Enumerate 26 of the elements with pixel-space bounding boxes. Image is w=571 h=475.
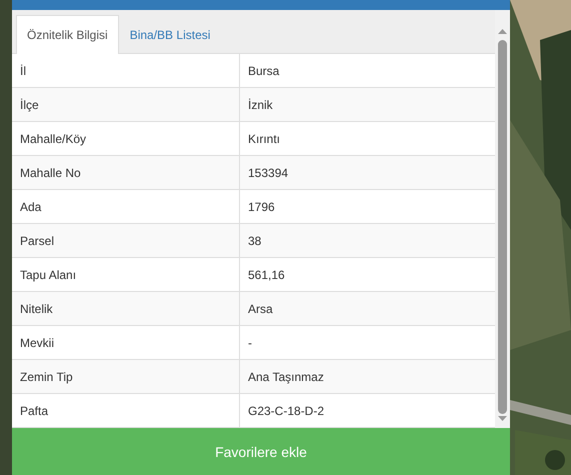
field-value: 153394 [247, 164, 290, 182]
field-name: Nitelik [12, 292, 240, 325]
field-value: Bursa [247, 62, 280, 80]
field-value: 38 [247, 232, 262, 250]
field-value: Ana Taşınmaz [247, 368, 325, 386]
field-name: Zemin Tip [12, 360, 240, 393]
add-favorites-button[interactable]: Favorilere ekle [12, 428, 510, 475]
field-value: - [247, 334, 253, 352]
field-value: İznik [247, 96, 274, 114]
field-value: G23-C-18-D-2 [247, 402, 326, 420]
field-name: Pafta [12, 394, 240, 427]
field-value: Kırıntı [247, 130, 282, 148]
field-name: İl [12, 54, 240, 87]
tab[interactable]: Öznitelik Bilgisi [16, 15, 119, 54]
field-value: 1796 [247, 198, 276, 216]
field-name: Mevkii [12, 326, 240, 359]
field-name: İlçe [12, 88, 240, 121]
tab[interactable]: Bina/BB Listesi [118, 15, 222, 54]
scrollbar[interactable] [495, 10, 510, 428]
field-name: Mahalle No [12, 156, 240, 189]
field-name: Parsel [12, 224, 240, 257]
field-name: Mahalle/Köy [12, 122, 240, 155]
field-value: Arsa [247, 300, 274, 318]
field-value: 561,16 [247, 266, 286, 284]
field-name: Ada [12, 190, 240, 223]
field-name: Tapu Alanı [12, 258, 240, 291]
